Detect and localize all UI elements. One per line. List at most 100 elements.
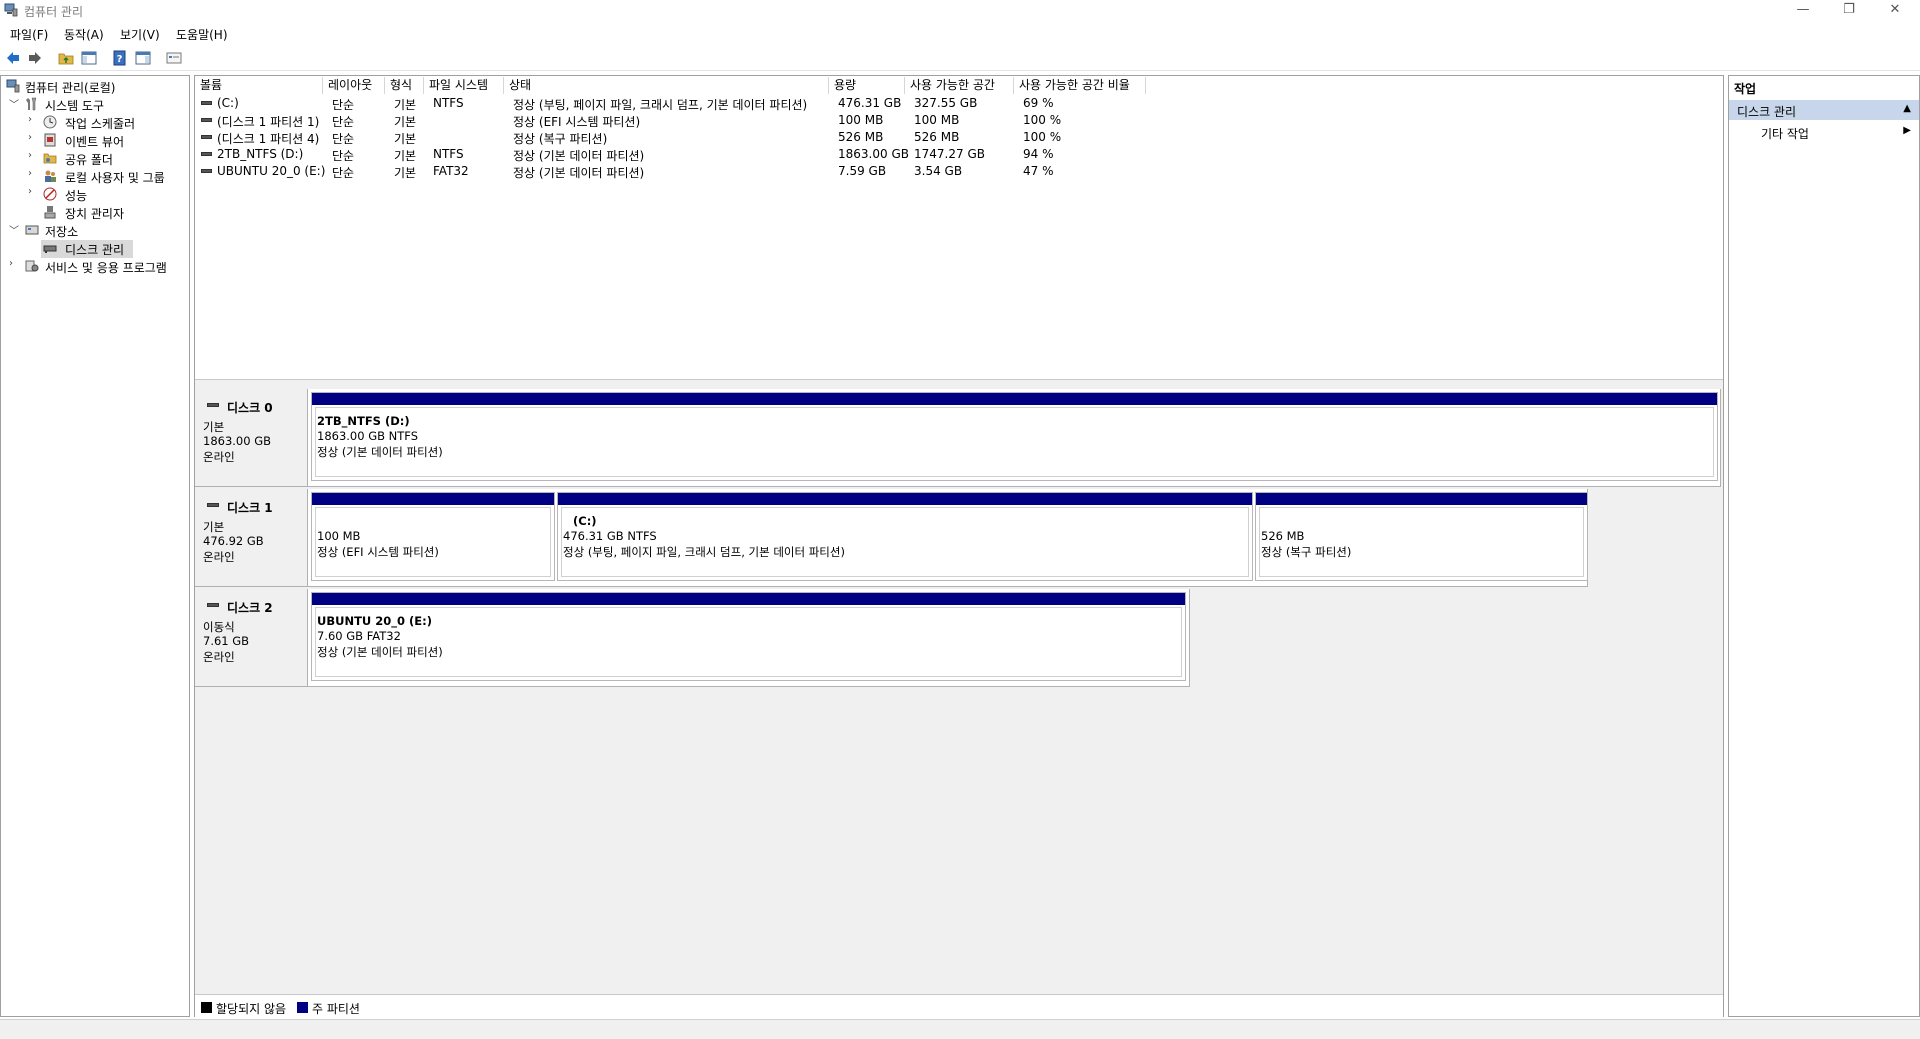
minimize-button[interactable]: —: [1780, 0, 1826, 22]
menu-file[interactable]: 파일(F): [10, 26, 48, 43]
column-header-capacity[interactable]: 용량: [829, 77, 905, 94]
disk-1-label[interactable]: 디스크 1 기본 476.92 GB 온라인: [195, 489, 308, 587]
tree-item-local-users[interactable]: › 로컬 사용자 및 그룹: [1, 168, 189, 186]
chevron-right-icon[interactable]: ›: [28, 114, 32, 125]
actions-pane: 작업 디스크 관리 ▲ 기타 작업 ▶: [1728, 75, 1920, 1017]
cell-free-space: 100 MB: [914, 113, 960, 127]
disk-status: 온라인: [203, 450, 235, 464]
tree-item-services[interactable]: › 서비스 및 응용 프로그램: [1, 258, 189, 276]
menu-help[interactable]: 도움말(H): [176, 26, 228, 43]
partition-size: 7.60 GB FAT32: [317, 629, 401, 643]
cell-volume: (디스크 1 파티션 4): [217, 132, 320, 146]
disk-2-label[interactable]: 디스크 2 이동식 7.61 GB 온라인: [195, 589, 308, 687]
tree-item-shared-folders[interactable]: › 공유 폴더: [1, 150, 189, 168]
tree-item-disk-management[interactable]: 디스크 관리: [41, 240, 133, 258]
column-header-free-space[interactable]: 사용 가능한 공간: [905, 77, 1014, 94]
primary-swatch: [297, 1002, 308, 1013]
volume-list: 볼륨 레이아웃 형식 파일 시스템 상태 용량 사용 가능한 공간 사용 가능한…: [195, 76, 1723, 380]
tree-item-computer-management[interactable]: 컴퓨터 관리(로컬): [1, 78, 189, 96]
table-row[interactable]: UBUNTU 20_0 (E:) 단순 기본 FAT32 정상 (기본 데이터 …: [195, 163, 1723, 180]
partition-d[interactable]: 2TB_NTFS (D:) 1863.00 GB NTFS 정상 (기본 데이터…: [311, 392, 1718, 481]
menu-view[interactable]: 보기(V): [120, 26, 160, 43]
actions-section-disk-management[interactable]: 디스크 관리 ▲: [1729, 100, 1919, 120]
column-header-layout[interactable]: 레이아웃: [323, 77, 385, 94]
tree-label: 작업 스케줄러: [65, 117, 136, 131]
cell-layout: 단순: [332, 149, 355, 163]
volume-icon: [201, 118, 212, 122]
partition-title: 2TB_NTFS (D:): [317, 414, 410, 428]
partition-efi[interactable]: 100 MB 정상 (EFI 시스템 파티션): [311, 492, 555, 581]
partition-c[interactable]: (C:) 476.31 GB NTFS 정상 (부팅, 페이지 파일, 크래시 …: [557, 492, 1253, 581]
cell-layout: 단순: [332, 166, 355, 180]
partition-recovery[interactable]: 526 MB 정상 (복구 파티션): [1255, 492, 1588, 581]
partition-status: 정상 (복구 파티션): [1261, 545, 1352, 559]
tree-item-device-manager[interactable]: 장치 관리자: [1, 204, 189, 222]
cell-status: 정상 (기본 데이터 파티션): [513, 166, 645, 180]
close-button[interactable]: ✕: [1872, 0, 1918, 22]
cell-free-space: 526 MB: [914, 130, 960, 144]
tree-label: 디스크 관리: [65, 243, 125, 257]
column-header-volume[interactable]: 볼륨: [195, 77, 323, 94]
back-arrow-icon[interactable]: [5, 50, 21, 66]
disk-size: 1863.00 GB: [203, 434, 272, 448]
chevron-down-icon[interactable]: ﹀: [9, 222, 19, 237]
table-row[interactable]: (C:) 단순 기본 NTFS 정상 (부팅, 페이지 파일, 크래시 덤프, …: [195, 95, 1723, 112]
tree-item-storage[interactable]: ﹀ 저장소: [1, 222, 189, 240]
disk-status: 온라인: [203, 650, 235, 664]
table-row[interactable]: (디스크 1 파티션 1) 단순 기본 정상 (EFI 시스템 파티션) 100…: [195, 112, 1723, 129]
show-hide-action-pane-icon[interactable]: [135, 50, 151, 66]
tree-item-event-viewer[interactable]: › 이벤트 뷰어: [1, 132, 189, 150]
partition-status: 정상 (기본 데이터 파티션): [317, 445, 443, 459]
disk-name: 디스크 2: [227, 601, 273, 615]
show-hide-console-tree-icon[interactable]: [81, 50, 97, 66]
chevron-right-icon[interactable]: ›: [28, 132, 32, 143]
table-row[interactable]: (디스크 1 파티션 4) 단순 기본 정상 (복구 파티션) 526 MB 5…: [195, 129, 1723, 146]
disk-0-label[interactable]: 디스크 0 기본 1863.00 GB 온라인: [195, 389, 308, 487]
partition-body: [561, 507, 1249, 577]
cell-status: 정상 (기본 데이터 파티션): [513, 149, 645, 163]
disk-icon: [207, 603, 219, 607]
column-header-type[interactable]: 형식: [385, 77, 424, 94]
partition-size: 1863.00 GB NTFS: [317, 429, 419, 443]
disk-name: 디스크 1: [227, 501, 273, 515]
cell-type: 기본: [394, 149, 417, 163]
chevron-right-icon[interactable]: ›: [28, 168, 32, 179]
restore-button[interactable]: ❐: [1826, 0, 1872, 22]
forward-arrow-icon[interactable]: [27, 50, 43, 66]
cell-percent-free: 69 %: [1023, 96, 1054, 110]
properties-icon[interactable]: [166, 50, 182, 66]
disk-size: 476.92 GB: [203, 534, 264, 548]
table-row[interactable]: 2TB_NTFS (D:) 단순 기본 NTFS 정상 (기본 데이터 파티션)…: [195, 146, 1723, 163]
menu-action[interactable]: 동작(A): [64, 26, 104, 43]
volume-icon: [201, 135, 212, 139]
cell-free-space: 3.54 GB: [914, 164, 963, 178]
chevron-down-icon[interactable]: ﹀: [9, 96, 19, 111]
column-header-status[interactable]: 상태: [504, 77, 829, 94]
tree-item-system-tools[interactable]: ﹀ 시스템 도구: [1, 96, 189, 114]
title-bar: 컴퓨터 관리 — ❐ ✕: [0, 0, 1920, 22]
users-icon: [45, 170, 56, 182]
primary-partition-band: [558, 493, 1252, 505]
tree-item-task-scheduler[interactable]: › 작업 스케줄러: [1, 114, 189, 132]
partition-status: 정상 (EFI 시스템 파티션): [317, 545, 439, 559]
collapse-icon[interactable]: ▲: [1903, 103, 1911, 114]
cell-file-system: NTFS: [433, 147, 464, 161]
help-icon[interactable]: ?: [112, 50, 128, 66]
svg-text:?: ?: [117, 54, 123, 65]
disk-0-partitions: 2TB_NTFS (D:) 1863.00 GB NTFS 정상 (기본 데이터…: [308, 389, 1721, 487]
partition-size: 526 MB: [1261, 529, 1305, 543]
up-folder-icon[interactable]: [58, 50, 74, 66]
primary-partition-band: [1256, 493, 1587, 505]
chevron-right-icon[interactable]: ›: [28, 150, 32, 161]
chevron-right-icon[interactable]: ›: [9, 258, 13, 269]
column-header-file-system[interactable]: 파일 시스템: [424, 77, 504, 94]
tree-label: 로컬 사용자 및 그룹: [65, 171, 165, 185]
primary-partition-band: [312, 493, 554, 505]
column-header-percent-free[interactable]: 사용 가능한 공간 비율: [1014, 77, 1146, 94]
more-actions-item[interactable]: 기타 작업 ▶: [1729, 122, 1919, 142]
chevron-right-icon[interactable]: ›: [28, 186, 32, 197]
tree-item-performance[interactable]: › 성능: [1, 186, 189, 204]
partition-e[interactable]: UBUNTU 20_0 (E:) 7.60 GB FAT32 정상 (기본 데이…: [311, 592, 1186, 681]
cell-percent-free: 100 %: [1023, 113, 1062, 127]
actions-section-label: 디스크 관리: [1737, 105, 1797, 119]
